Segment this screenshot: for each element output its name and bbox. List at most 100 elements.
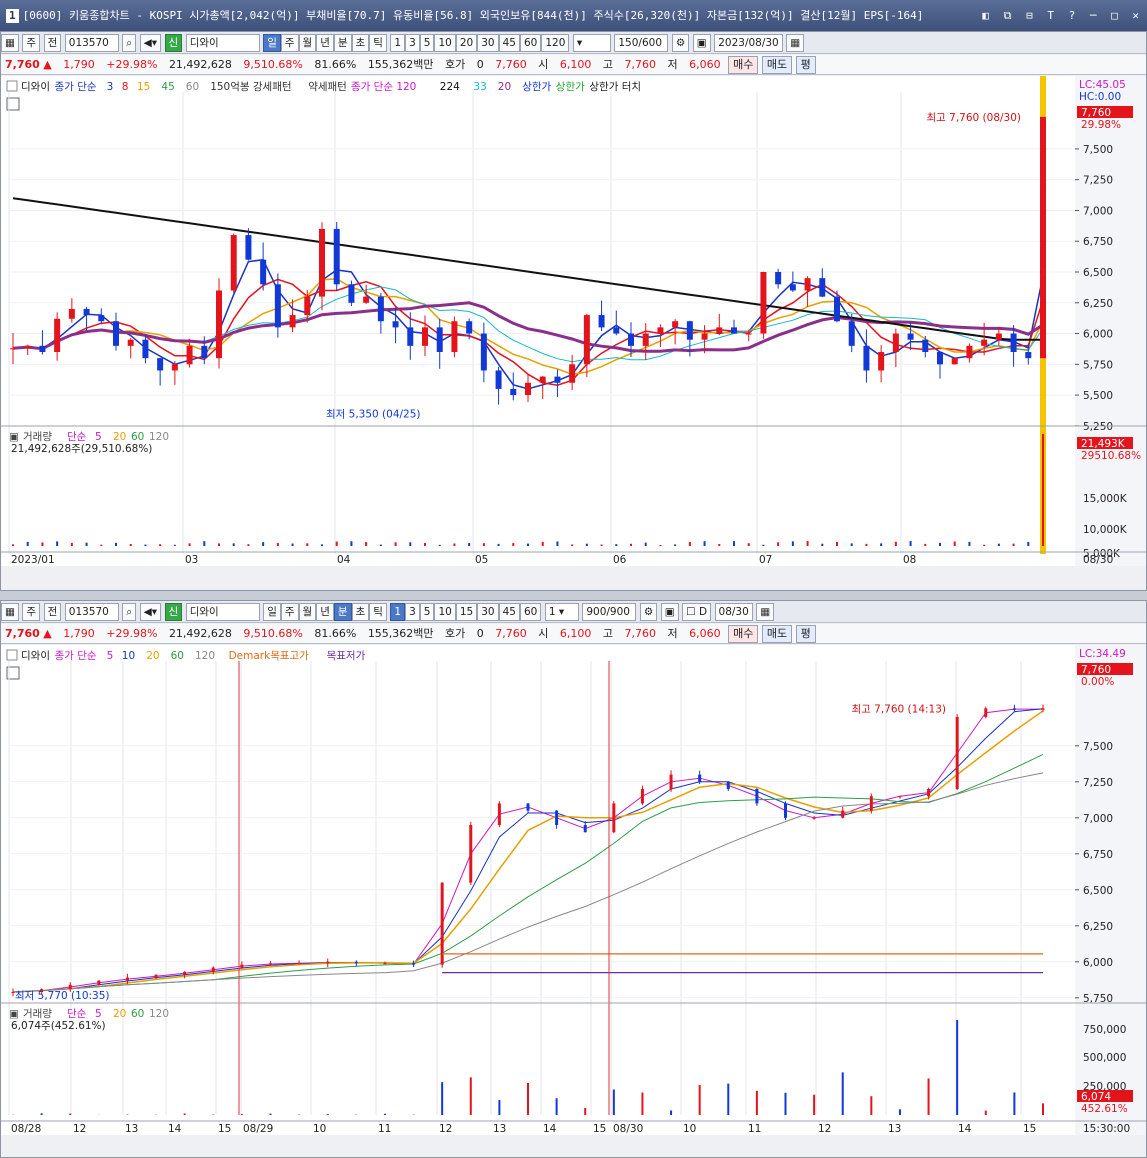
stock-name-field[interactable]: 디와이 [185, 603, 260, 621]
chart-menu-icon[interactable]: ▦ [1, 603, 19, 621]
interval-button-0[interactable]: 1 [390, 34, 406, 52]
candle-body [966, 345, 973, 359]
candle-body [97, 980, 101, 985]
search-icon[interactable]: ⌕ [122, 603, 137, 621]
interval-button-6[interactable]: 45 [498, 603, 520, 621]
hoga-price: 7,760 [495, 627, 527, 640]
interval-step-select[interactable]: 1 ▾ [544, 603, 579, 621]
daily-chart-canvas[interactable]: 디와이 종가 단순 3 8 15 45 60 150억봉 강세패턴 약세패턴 종가 단순 120 2… [1, 76, 1146, 566]
buy-button[interactable]: 매수 [728, 56, 759, 74]
date-checkbox[interactable]: ☐ D [682, 603, 712, 621]
low-label: 저 [667, 627, 678, 640]
legend-item: 상한가 [522, 81, 551, 93]
legend-item: 디와이 [21, 650, 50, 662]
period-tab-1[interactable]: 주 [280, 603, 299, 621]
legend-item: 약세패턴 [308, 81, 347, 93]
date-field[interactable]: 08/30 [714, 603, 753, 621]
period-tab-4[interactable]: 분 [333, 603, 352, 621]
interval-button-2[interactable]: 5 [419, 603, 435, 621]
market-badge: 신 [164, 34, 183, 52]
market-badge: 신 [164, 603, 183, 621]
interval-button-1[interactable]: 3 [405, 34, 420, 52]
average-button[interactable]: 평 [795, 625, 816, 643]
volume-legend-toggle: ▣ [9, 1008, 19, 1020]
high-price: 7,760 [624, 58, 657, 71]
bar-count-field[interactable]: 150/600 [614, 34, 669, 52]
buy-button[interactable]: 매수 [728, 625, 759, 643]
tools-icon[interactable]: ⚙ [639, 603, 658, 621]
save-icon[interactable]: ▣ [692, 34, 711, 52]
minute-chart-canvas[interactable]: 디와이 종가 단순 5 10 20 60 120 Demark목표고가 목표저가 08/28 12 1… [1, 645, 1146, 1135]
x-tick-label: 14 [168, 1123, 182, 1135]
volume-bar [269, 1113, 272, 1115]
all-button[interactable]: 전 [43, 34, 62, 52]
volume-bar [984, 1110, 987, 1115]
period-tab-3[interactable]: 년 [316, 34, 334, 52]
candle-body [142, 339, 149, 359]
interval-input[interactable]: ▾ [572, 34, 611, 52]
interval-button-3[interactable]: 10 [434, 34, 456, 52]
sell-button[interactable]: 매도 [761, 56, 793, 74]
period-tab-0[interactable]: 일 [263, 34, 281, 52]
calendar-icon[interactable]: ▦ [756, 603, 775, 621]
legend-item: 종가 단순 [55, 81, 97, 93]
all-button[interactable]: 전 [43, 603, 62, 621]
interval-button-7[interactable]: 60 [519, 603, 542, 621]
interval-button-2[interactable]: 5 [419, 34, 435, 52]
interval-button-8[interactable]: 120 [541, 34, 570, 52]
period-tab-2[interactable]: 월 [298, 603, 317, 621]
stock-type-button[interactable]: 주 [22, 34, 41, 52]
legend-item: 목표저가 [327, 650, 366, 662]
candle-body [760, 272, 767, 334]
stock-code-input[interactable]: 013570 [64, 34, 119, 52]
candle-body [201, 345, 208, 359]
calendar-icon[interactable]: ▦ [786, 34, 805, 52]
period-tab-6[interactable]: 틱 [369, 34, 387, 52]
save-icon[interactable]: ▣ [660, 603, 679, 621]
interval-button-6[interactable]: 45 [498, 34, 520, 52]
volume-bar [997, 543, 1000, 546]
candle-body [598, 315, 605, 328]
chart-menu-icon[interactable]: ▦ [1, 34, 19, 52]
speaker-icon[interactable]: ◀▾ [139, 34, 162, 52]
date-field[interactable]: 2023/08/30 [714, 34, 783, 52]
pct-label: 0.00% [1081, 676, 1114, 688]
period-tab-4[interactable]: 분 [333, 34, 352, 52]
volume-bar [555, 1098, 558, 1115]
tools-icon[interactable]: ⚙ [671, 34, 690, 52]
legend-item: 120 [195, 650, 215, 662]
interval-button-5[interactable]: 30 [477, 34, 499, 52]
volume-bar [850, 543, 853, 546]
interval-button-0[interactable]: 1 [390, 603, 406, 621]
legend-item: 60 [186, 81, 199, 93]
candle-body [422, 327, 428, 346]
period-tab-3[interactable]: 년 [316, 603, 334, 621]
period-tab-6[interactable]: 틱 [369, 603, 387, 621]
minute-quote-bar: 7,760 ▲ 1,790 +29.98% 21,492,628 9,510.6… [1, 624, 1146, 644]
candle-body [669, 774, 673, 789]
sell-button[interactable]: 매도 [761, 625, 793, 643]
speaker-icon[interactable]: ◀▾ [139, 603, 162, 621]
interval-button-4[interactable]: 15 [455, 603, 478, 621]
interval-button-1[interactable]: 3 [405, 603, 420, 621]
volume-bar [468, 543, 471, 546]
stock-code-input[interactable]: 013570 [64, 603, 119, 621]
interval-button-5[interactable]: 30 [477, 603, 499, 621]
stock-type-button[interactable]: 주 [22, 603, 41, 621]
candle-body [510, 388, 517, 396]
interval-button-3[interactable]: 10 [434, 603, 456, 621]
interval-button-7[interactable]: 60 [519, 34, 542, 52]
period-tab-1[interactable]: 주 [280, 34, 299, 52]
y-tick-label: 6,000 [1083, 329, 1113, 341]
stock-name-field[interactable]: 디와이 [185, 34, 260, 52]
interval-button-4[interactable]: 20 [455, 34, 478, 52]
bar-count-field[interactable]: 900/900 [582, 603, 637, 621]
period-tab-5[interactable]: 초 [351, 34, 370, 52]
average-button[interactable]: 평 [795, 56, 816, 74]
period-tab-2[interactable]: 월 [298, 34, 317, 52]
candle-body [392, 321, 399, 328]
period-tab-0[interactable]: 일 [263, 603, 281, 621]
period-tab-5[interactable]: 초 [351, 603, 370, 621]
search-icon[interactable]: ⌕ [122, 34, 137, 52]
window-controls[interactable]: ◧ ⧉ ⊟ T ? ─ □ ✕ [982, 0, 1143, 31]
